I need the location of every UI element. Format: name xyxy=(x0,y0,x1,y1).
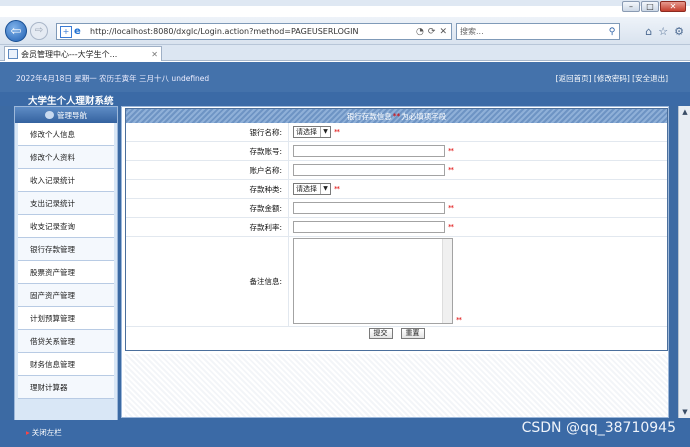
required-marker: ** xyxy=(448,147,454,155)
field-label: 账户名称: xyxy=(249,165,282,175)
page-icon: + xyxy=(60,25,72,38)
browser-tab[interactable]: 会员管理中心---大学生个... ✕ xyxy=(4,46,162,61)
system-title-bar: 大学生个人理财系统 xyxy=(0,92,690,107)
form-row: 备注信息: ** xyxy=(126,237,667,327)
sidebar-item[interactable]: 股票资产管理 xyxy=(18,261,114,284)
address-bar[interactable]: + e http://localhost:8080/dxglc/Login.ac… xyxy=(56,23,452,40)
sidebar-item[interactable]: 固产资产管理 xyxy=(18,284,114,307)
window-titlebar xyxy=(0,0,690,6)
field-label: 存款利率: xyxy=(249,222,282,232)
field-label: 存款种类: xyxy=(249,184,282,194)
required-marker: ** xyxy=(448,204,454,212)
search-input[interactable]: 搜索... xyxy=(460,26,605,37)
maximize-icon[interactable]: □ xyxy=(641,1,659,12)
window-controls: – □ ✕ xyxy=(622,1,686,12)
reset-button[interactable]: 重置 xyxy=(400,328,425,339)
close-left-panel-link[interactable]: ▸ 关闭左栏 xyxy=(26,427,62,438)
form-row: 账户名称: ** xyxy=(126,161,667,180)
field-label: 存款账号: xyxy=(249,146,282,156)
main-content: 银行存款信息 ** 为必填项字段 银行名称: 请选择 ▼ ** 存款账号: ** 账户名称:… xyxy=(121,106,669,418)
home-icon[interactable]: ⌂ xyxy=(645,25,652,38)
favorites-star-icon[interactable]: ☆ xyxy=(658,25,668,38)
bottom-bar: ▸ 关闭左栏 CSDN @qq_38710945 xyxy=(0,420,690,447)
search-icon[interactable]: ⚲ xyxy=(605,27,619,37)
form-header: 银行存款信息 ** 为必填项字段 xyxy=(126,109,667,123)
sidebar-item[interactable]: 收支记录查询 xyxy=(18,215,114,238)
stop-icon[interactable]: ✕ xyxy=(439,27,447,37)
required-marker: ** xyxy=(334,185,340,193)
search-box[interactable]: 搜索... ⚲ xyxy=(456,23,620,40)
date-text: 2022年4月18日 星期一 农历壬寅年 三月十八 undefined xyxy=(16,74,210,83)
sidebar-item[interactable]: 修改个人资料 xyxy=(18,146,114,169)
vertical-scrollbar[interactable]: ▲ ▼ xyxy=(678,106,690,418)
sidebar-heading-label: 管理导航 xyxy=(57,110,87,120)
gear-icon[interactable]: ⚙ xyxy=(674,25,684,38)
page: 2022年4月18日 星期一 农历壬寅年 三月十八 undefined [返回首… xyxy=(0,62,690,447)
system-title: 大学生个人理财系统 xyxy=(28,96,114,107)
select-field[interactable]: 请选择 ▼ xyxy=(293,126,331,138)
tab-favicon-icon xyxy=(8,49,18,59)
submit-button[interactable]: 提交 xyxy=(368,328,393,339)
sidebar-item[interactable]: 银行存款管理 xyxy=(18,238,114,261)
sidebar-item[interactable]: 财务信息管理 xyxy=(18,353,114,376)
text-input[interactable] xyxy=(293,221,445,233)
refresh-icon[interactable]: ⟳ xyxy=(428,27,436,37)
compat-view-icon[interactable]: ◔ xyxy=(416,27,424,37)
user-icon xyxy=(45,111,54,119)
form-row: 存款种类: 请选择 ▼ ** xyxy=(126,180,667,199)
scroll-up-icon[interactable]: ▲ xyxy=(680,107,690,117)
select-value: 请选择 xyxy=(296,128,317,136)
form-row: 银行名称: 请选择 ▼ ** xyxy=(126,123,667,142)
header-links[interactable]: [返回首页] [修改密码] [安全退出] xyxy=(556,73,668,84)
sidebar-item[interactable]: 理财计算器 xyxy=(18,376,114,399)
sidebar-item[interactable]: 修改个人信息 xyxy=(18,123,114,146)
sidebar-item[interactable]: 计划预算管理 xyxy=(18,307,114,330)
forward-button[interactable]: ⇨ xyxy=(30,22,48,40)
deposit-form: 银行存款信息 ** 为必填项字段 银行名称: 请选择 ▼ ** 存款账号: ** 账户名称:… xyxy=(125,108,668,351)
tab-close-icon[interactable]: ✕ xyxy=(151,50,161,59)
form-row: 存款账号: ** xyxy=(126,142,667,161)
required-marker: ** xyxy=(334,128,340,136)
sidebar-item[interactable]: 收入记录统计 xyxy=(18,169,114,192)
text-input[interactable] xyxy=(293,145,445,157)
ie-logo-icon: e xyxy=(74,25,81,37)
form-buttons: 提交 重置 xyxy=(126,327,667,340)
remarks-textarea[interactable] xyxy=(293,238,453,324)
top-info-bar: 2022年4月18日 星期一 农历壬寅年 三月十八 undefined [返回首… xyxy=(0,62,690,92)
required-marker: ** xyxy=(456,316,462,324)
tab-title: 会员管理中心---大学生个... xyxy=(21,49,118,59)
watermark: CSDN @qq_38710945 xyxy=(521,420,676,436)
sidebar-heading: 管理导航 xyxy=(15,107,117,123)
chevron-down-icon[interactable]: ▼ xyxy=(320,127,330,137)
tab-bar: 会员管理中心---大学生个... ✕ xyxy=(0,45,690,61)
sidebar: 管理导航 修改个人信息 修改个人资料 收入记录统计 支出记录统计 收支记录查询 银行存款管… xyxy=(14,106,118,421)
close-window-icon[interactable]: ✕ xyxy=(660,1,686,12)
sidebar-item[interactable]: 借贷关系管理 xyxy=(18,330,114,353)
text-input[interactable] xyxy=(293,164,445,176)
scroll-down-icon[interactable]: ▼ xyxy=(680,407,690,417)
required-marker: ** xyxy=(448,166,454,174)
url-text[interactable]: http://localhost:8080/dxglc/Login.action… xyxy=(90,27,416,36)
back-button[interactable]: ⇦ xyxy=(5,20,27,42)
field-label: 备注信息: xyxy=(249,277,282,286)
content-background xyxy=(125,354,668,417)
select-value: 请选择 xyxy=(296,185,317,193)
field-label: 存款金额: xyxy=(249,203,282,213)
chevron-down-icon[interactable]: ▼ xyxy=(320,184,330,194)
field-label: 银行名称: xyxy=(249,127,282,137)
minimize-icon[interactable]: – xyxy=(622,1,640,12)
browser-navbar: ⇦ ⇨ + e http://localhost:8080/dxglc/Logi… xyxy=(0,17,690,45)
select-field[interactable]: 请选择 ▼ xyxy=(293,183,331,195)
form-row: 存款利率: ** xyxy=(126,218,667,237)
required-marker: ** xyxy=(448,223,454,231)
sidebar-item[interactable]: 支出记录统计 xyxy=(18,192,114,215)
form-row: 存款金额: ** xyxy=(126,199,667,218)
close-dot-icon: ▸ xyxy=(26,428,30,437)
text-input[interactable] xyxy=(293,202,445,214)
